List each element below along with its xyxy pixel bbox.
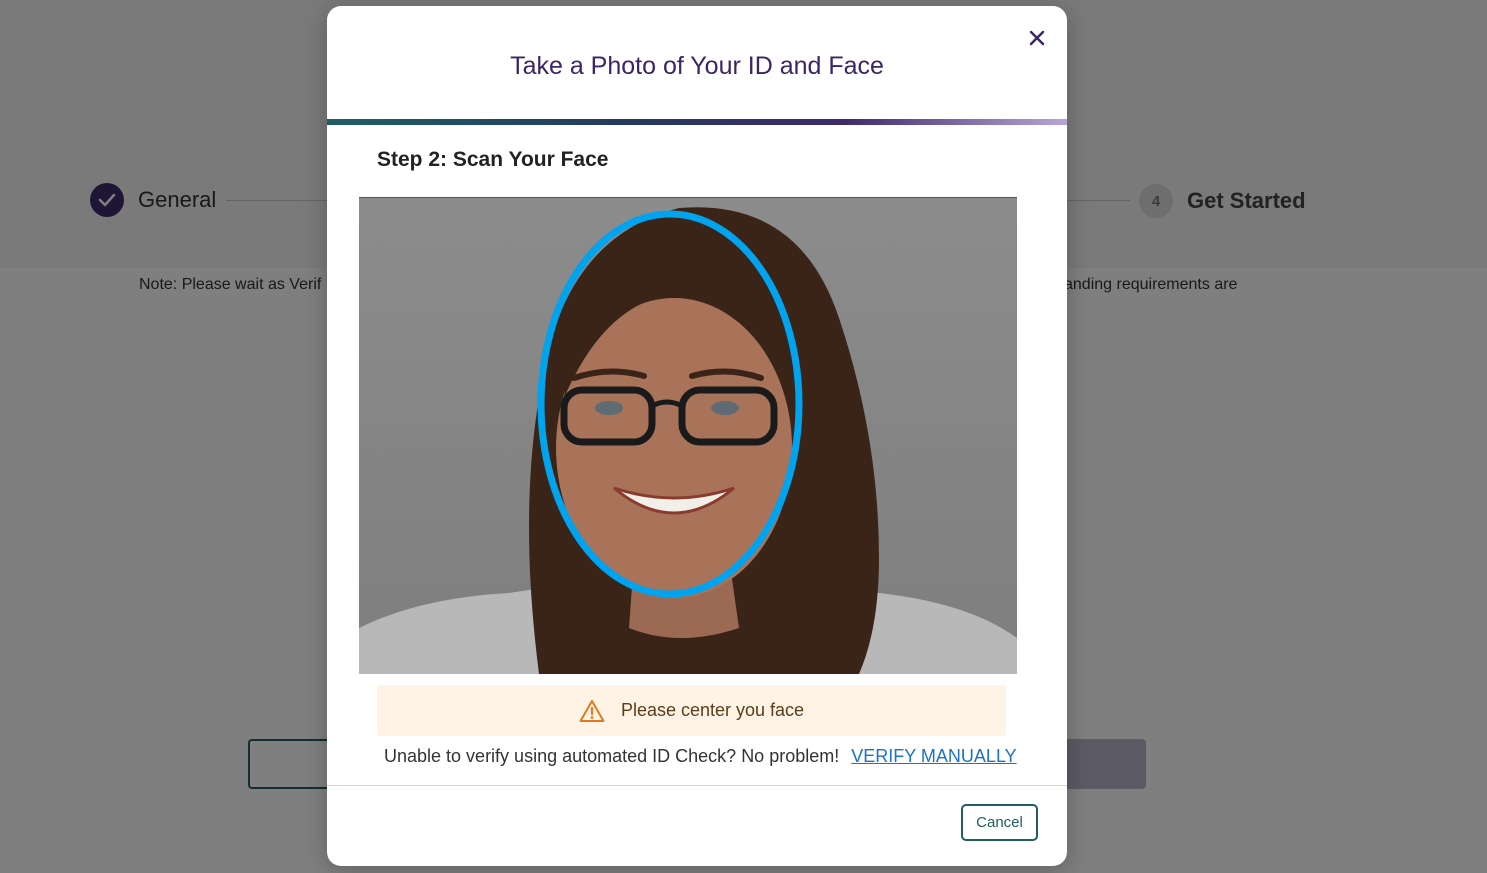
close-button[interactable] bbox=[1023, 24, 1051, 52]
center-face-alert: Please center you face bbox=[377, 685, 1006, 736]
manual-verification-row: Unable to verify using automated ID Chec… bbox=[384, 746, 1017, 767]
step-heading: Step 2: Scan Your Face bbox=[377, 148, 609, 171]
warning-triangle-icon bbox=[579, 699, 605, 723]
camera-preview bbox=[359, 197, 1017, 674]
alert-message: Please center you face bbox=[620, 700, 805, 720]
camera-feed bbox=[359, 198, 1017, 674]
footer-divider bbox=[327, 785, 1067, 786]
manual-verification-prompt: Unable to verify using automated ID Chec… bbox=[384, 746, 840, 766]
id-face-capture-modal: Take a Photo of Your ID and Face Step 2:… bbox=[327, 6, 1067, 866]
modal-title: Take a Photo of Your ID and Face bbox=[510, 52, 884, 80]
cancel-button[interactable]: Cancel bbox=[961, 804, 1038, 841]
close-icon bbox=[1029, 30, 1045, 46]
header-gradient-bar bbox=[327, 119, 1067, 125]
verify-manually-link[interactable]: VERIFY MANUALLY bbox=[851, 746, 1016, 766]
